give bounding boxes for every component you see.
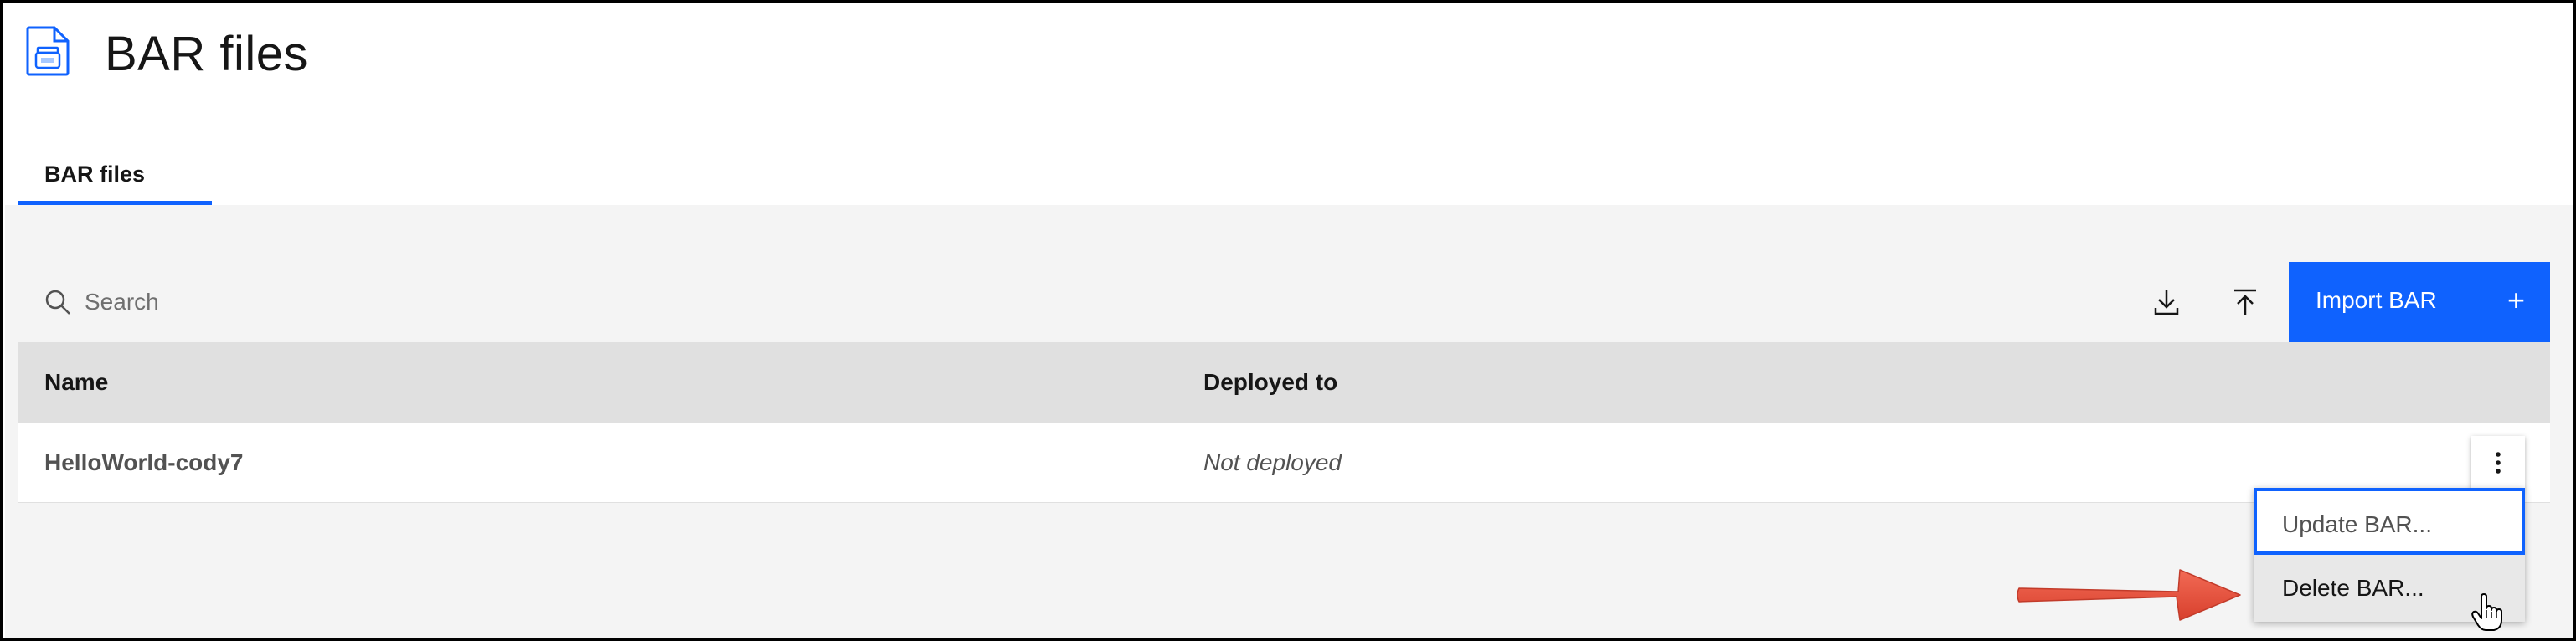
column-header-deployed-to[interactable]: Deployed to [1203, 369, 1337, 396]
menu-item-update-bar[interactable]: Update BAR... [2254, 488, 2525, 555]
row-overflow-menu-button[interactable] [2471, 436, 2525, 490]
search-input[interactable] [85, 279, 1257, 326]
download-button[interactable] [2141, 277, 2192, 327]
search-icon [45, 290, 70, 315]
cell-name: HelloWorld-cody7 [44, 449, 244, 475]
menu-item-label: Update BAR... [2282, 511, 2432, 537]
menu-item-label: Delete BAR... [2282, 575, 2424, 601]
table-header: Name Deployed to [18, 342, 2550, 423]
annotation-arrow-icon [2017, 569, 2241, 621]
tab-bar-files[interactable]: BAR files [18, 146, 212, 205]
import-bar-label: Import BAR [2316, 287, 2437, 313]
hand-cursor-icon [2471, 593, 2502, 631]
app-window: BAR files BAR files Impo [0, 0, 2576, 641]
page-title: BAR files [105, 27, 309, 81]
tab-label: BAR files [44, 162, 146, 187]
cell-deployed-to: Not deployed [1203, 449, 1342, 475]
import-bar-button[interactable]: Import BAR + [2289, 262, 2550, 342]
upload-button[interactable] [2220, 277, 2270, 327]
download-icon [2154, 290, 2179, 315]
bar-file-icon [26, 26, 70, 76]
overflow-menu-icon [2496, 452, 2501, 474]
column-header-name[interactable]: Name [44, 369, 108, 396]
upload-icon [2234, 289, 2256, 315]
table-toolbar: Import BAR + [18, 262, 2550, 342]
add-icon: + [2506, 283, 2525, 317]
table-row[interactable]: HelloWorld-cody7 Not deployed [18, 423, 2550, 503]
